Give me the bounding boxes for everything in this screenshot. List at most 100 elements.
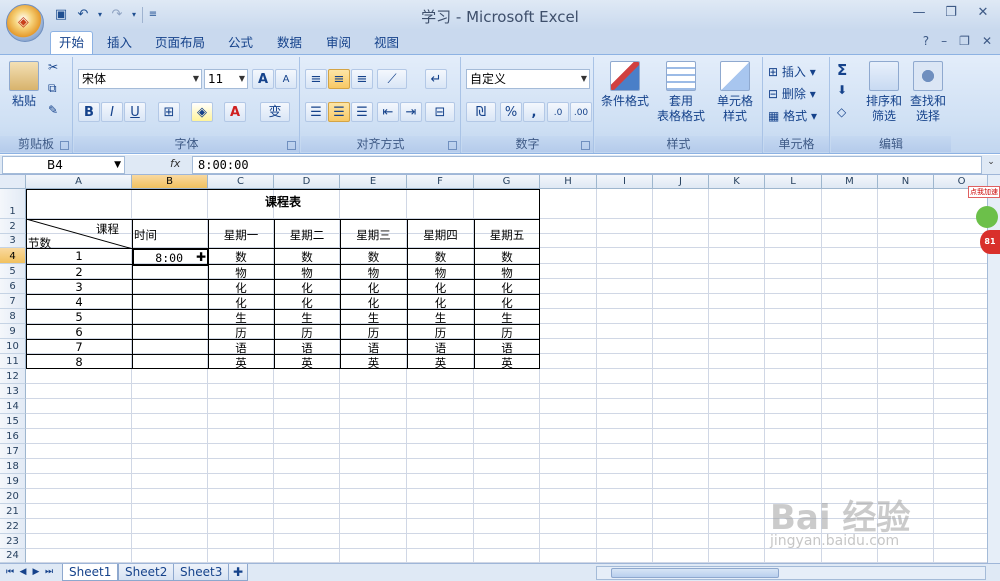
font-color-button[interactable]: A [224,102,246,122]
column-header-f[interactable]: F [407,175,474,189]
insert-sheet-icon[interactable]: ✚ [228,564,249,581]
row-header-8[interactable]: 8 [0,309,26,324]
align-left-icon[interactable]: ☰ [305,102,327,122]
column-header-n[interactable]: N [878,175,934,189]
phonetic-button[interactable]: 变 [260,102,290,122]
format-painter-icon[interactable]: ✎ [48,103,58,117]
tab-home[interactable]: 开始 [50,31,94,55]
minimize-icon[interactable]: — [908,4,930,22]
accounting-format-icon[interactable]: ₪ [466,102,496,122]
subject-cell[interactable]: 英 [208,355,274,371]
subject-cell[interactable]: 语 [274,340,340,356]
row-header-18[interactable]: 18 [0,459,26,474]
insert-cells-button[interactable]: ⊞ 插入 ▾ [768,63,816,80]
expand-formula-bar-icon[interactable]: ⌄ [984,157,998,173]
row-header-10[interactable]: 10 [0,339,26,354]
period-number[interactable]: 6 [26,325,132,339]
subject-cell[interactable]: 数 [274,249,340,265]
align-right-icon[interactable]: ☰ [351,102,373,122]
select-all-corner[interactable] [0,175,26,189]
row-header-14[interactable]: 14 [0,399,26,414]
subject-cell[interactable]: 生 [407,310,474,326]
horizontal-scrollbar[interactable] [596,566,986,580]
row-header-17[interactable]: 17 [0,444,26,459]
subject-cell[interactable]: 化 [274,280,340,296]
increase-indent-icon[interactable]: ⇥ [400,102,422,122]
paste-button[interactable]: 粘贴 [6,61,42,109]
align-bottom-icon[interactable]: ≡ [351,69,373,89]
next-sheet-icon[interactable]: ▶ [30,566,42,579]
bold-button[interactable]: B [78,102,100,122]
subject-cell[interactable]: 化 [208,280,274,296]
cut-icon[interactable]: ✂ [48,60,58,74]
sheet-tab-2[interactable]: Sheet2 [118,564,175,581]
row-header-23[interactable]: 23 [0,534,26,549]
column-header-l[interactable]: L [765,175,822,189]
format-as-table-button[interactable]: 套用 表格格式 [653,61,709,124]
column-header-a[interactable]: A [26,175,132,189]
weekday-header[interactable]: 星期五 [474,227,540,243]
font-launcher-icon[interactable] [287,141,296,150]
last-sheet-icon[interactable]: ⏭ [43,566,55,579]
period-number[interactable]: 8 [26,355,132,369]
underline-button[interactable]: U [124,102,146,122]
row-header-19[interactable]: 19 [0,474,26,489]
sort-filter-button[interactable]: 排序和 筛选 [863,61,905,124]
row-header-12[interactable]: 12 [0,369,26,384]
subject-cell[interactable]: 化 [407,280,474,296]
subject-cell[interactable]: 生 [340,310,407,326]
row-header-6[interactable]: 6 [0,279,26,294]
tab-insert[interactable]: 插入 [99,32,140,54]
subject-cell[interactable]: 生 [474,310,540,326]
first-sheet-icon[interactable]: ⏮ [4,566,16,579]
header-time[interactable]: 时间 [134,227,157,243]
scroll-thumb[interactable] [611,568,779,578]
sheet-tab-1[interactable]: Sheet1 [62,564,119,581]
clear-icon[interactable]: ◇ [837,105,846,119]
column-header-h[interactable]: H [540,175,597,189]
period-number[interactable]: 5 [26,310,132,324]
row-header-5[interactable]: 5 [0,264,26,279]
subject-cell[interactable]: 化 [340,280,407,296]
weekday-header[interactable]: 星期四 [407,227,474,243]
name-box[interactable]: B4 ▼ [2,156,125,174]
subject-cell[interactable]: 物 [407,265,474,281]
period-number[interactable]: 3 [26,280,132,294]
subject-cell[interactable]: 生 [208,310,274,326]
tab-review[interactable]: 审阅 [318,32,359,54]
fill-color-icon[interactable]: ◈ [191,102,213,122]
period-number[interactable]: 2 [26,265,132,279]
cell-styles-button[interactable]: 单元格 样式 [709,61,761,124]
subject-cell[interactable]: 化 [407,295,474,311]
period-number[interactable]: 1 [26,249,132,263]
subject-cell[interactable]: 历 [208,325,274,341]
row-header-22[interactable]: 22 [0,519,26,534]
row-header-4[interactable]: 4 [0,248,26,264]
header-course[interactable]: 课程 [96,221,119,237]
subject-cell[interactable]: 英 [407,355,474,371]
row-header-11[interactable]: 11 [0,354,26,369]
column-header-d[interactable]: D [274,175,340,189]
subject-cell[interactable]: 历 [407,325,474,341]
period-number[interactable]: 7 [26,340,132,354]
restore-icon[interactable]: ❐ [940,4,962,22]
column-header-i[interactable]: I [597,175,653,189]
subject-cell[interactable]: 语 [407,340,474,356]
merge-center-icon[interactable]: ⊟ [425,102,455,122]
weekday-header[interactable]: 星期三 [340,227,407,243]
align-center-icon[interactable]: ☰ [328,102,350,122]
font-size-select[interactable]: 11 ▼ [204,69,248,89]
italic-button[interactable]: I [101,102,123,122]
subject-cell[interactable]: 化 [208,295,274,311]
number-launcher-icon[interactable] [581,141,590,150]
comma-button[interactable]: , [523,102,545,122]
clipboard-launcher-icon[interactable] [60,141,69,150]
shrink-font-button[interactable]: A [275,69,297,89]
borders-icon[interactable]: ⊞ [158,102,180,122]
subject-cell[interactable]: 物 [340,265,407,281]
tab-formulas[interactable]: 公式 [220,32,261,54]
close-icon[interactable]: ✕ [972,4,994,22]
subject-cell[interactable]: 数 [407,249,474,265]
grow-font-button[interactable]: A [252,69,274,89]
format-cells-button[interactable]: ▦ 格式 ▾ [768,107,817,124]
